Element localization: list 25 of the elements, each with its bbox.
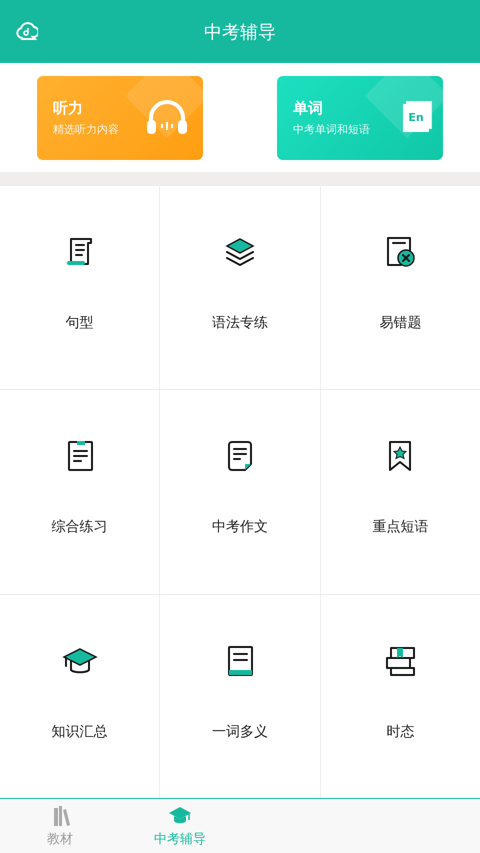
card-title: 单词 [293, 98, 324, 118]
tile-label: 时态 [386, 722, 414, 741]
page-title: 中考辅导 [204, 20, 276, 44]
english-badge: En [403, 104, 429, 132]
tile-label: 句型 [66, 314, 94, 332]
menu-tile[interactable]: 易错题 [320, 186, 480, 390]
menu-tile[interactable]: 语法专练 [160, 186, 320, 390]
tile-label: 语法专练 [212, 314, 268, 332]
tile-label: 知识汇总 [52, 722, 108, 741]
tile-label: 中考作文 [212, 518, 268, 536]
menu-tile[interactable]: 综合练习 [0, 390, 160, 594]
tile-label: 一词多义 [212, 722, 268, 741]
tile-label: 易错题 [379, 314, 422, 332]
tile-label: 重点短语 [372, 518, 428, 536]
menu-tile[interactable]: 中考作文 [160, 390, 320, 594]
card-subtitle: 精选听力内容 [53, 122, 119, 136]
menu-tile[interactable]: 一词多义 [160, 594, 320, 798]
menu-tile[interactable]: 时态 [320, 594, 480, 798]
menu-tile[interactable]: 句型 [0, 186, 160, 390]
menu-tile[interactable]: 知识汇总 [0, 594, 160, 798]
music-cloud-icon[interactable] [16, 20, 38, 42]
menu-tile[interactable]: 重点短语 [320, 390, 480, 594]
card-title: 听力 [53, 98, 84, 118]
card-subtitle: 中考单词和短语 [293, 122, 370, 136]
tile-label: 综合练习 [52, 518, 108, 536]
